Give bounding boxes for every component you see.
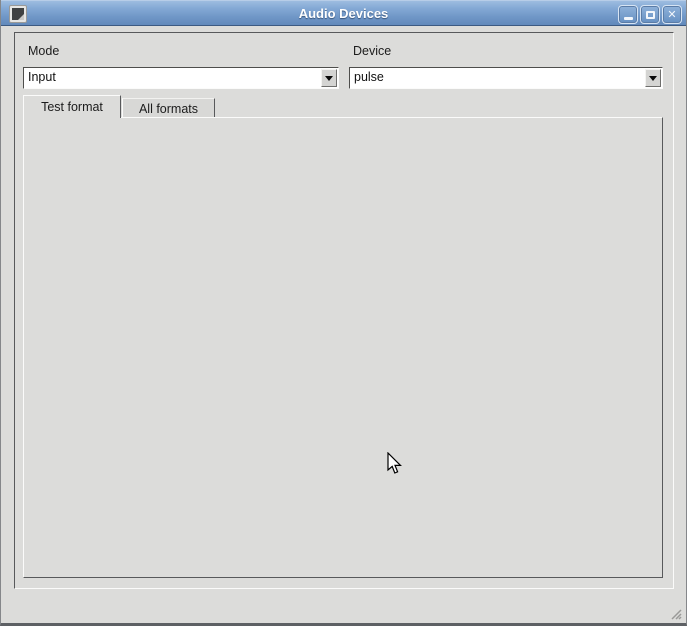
maximize-icon (646, 11, 655, 19)
maximize-button[interactable] (640, 5, 660, 24)
close-button[interactable]: ✕ (662, 5, 682, 24)
device-select-value: pulse (354, 70, 642, 84)
tab-all-formats[interactable]: All formats (122, 98, 215, 118)
audio-devices-window: Audio Devices ✕ Mode Device Input pulse … (0, 0, 687, 626)
chevron-down-glyph (649, 76, 657, 81)
mode-select[interactable]: Input (23, 67, 339, 89)
test-format-tab-pane (23, 117, 663, 578)
tab-test-format[interactable]: Test format (23, 95, 121, 118)
mouse-cursor-icon (384, 452, 404, 476)
chevron-down-icon[interactable] (645, 69, 661, 87)
resize-grip[interactable] (666, 604, 682, 620)
close-icon: ✕ (667, 8, 676, 21)
chevron-down-glyph (325, 76, 333, 81)
mode-label: Mode (28, 44, 59, 58)
device-label: Device (353, 44, 391, 58)
minimize-icon (624, 17, 633, 20)
minimize-button[interactable] (618, 5, 638, 24)
mode-select-value: Input (28, 70, 318, 84)
title-bar[interactable]: Audio Devices ✕ (1, 0, 686, 26)
chevron-down-icon[interactable] (321, 69, 337, 87)
device-select[interactable]: pulse (349, 67, 663, 89)
window-title: Audio Devices (1, 6, 686, 21)
